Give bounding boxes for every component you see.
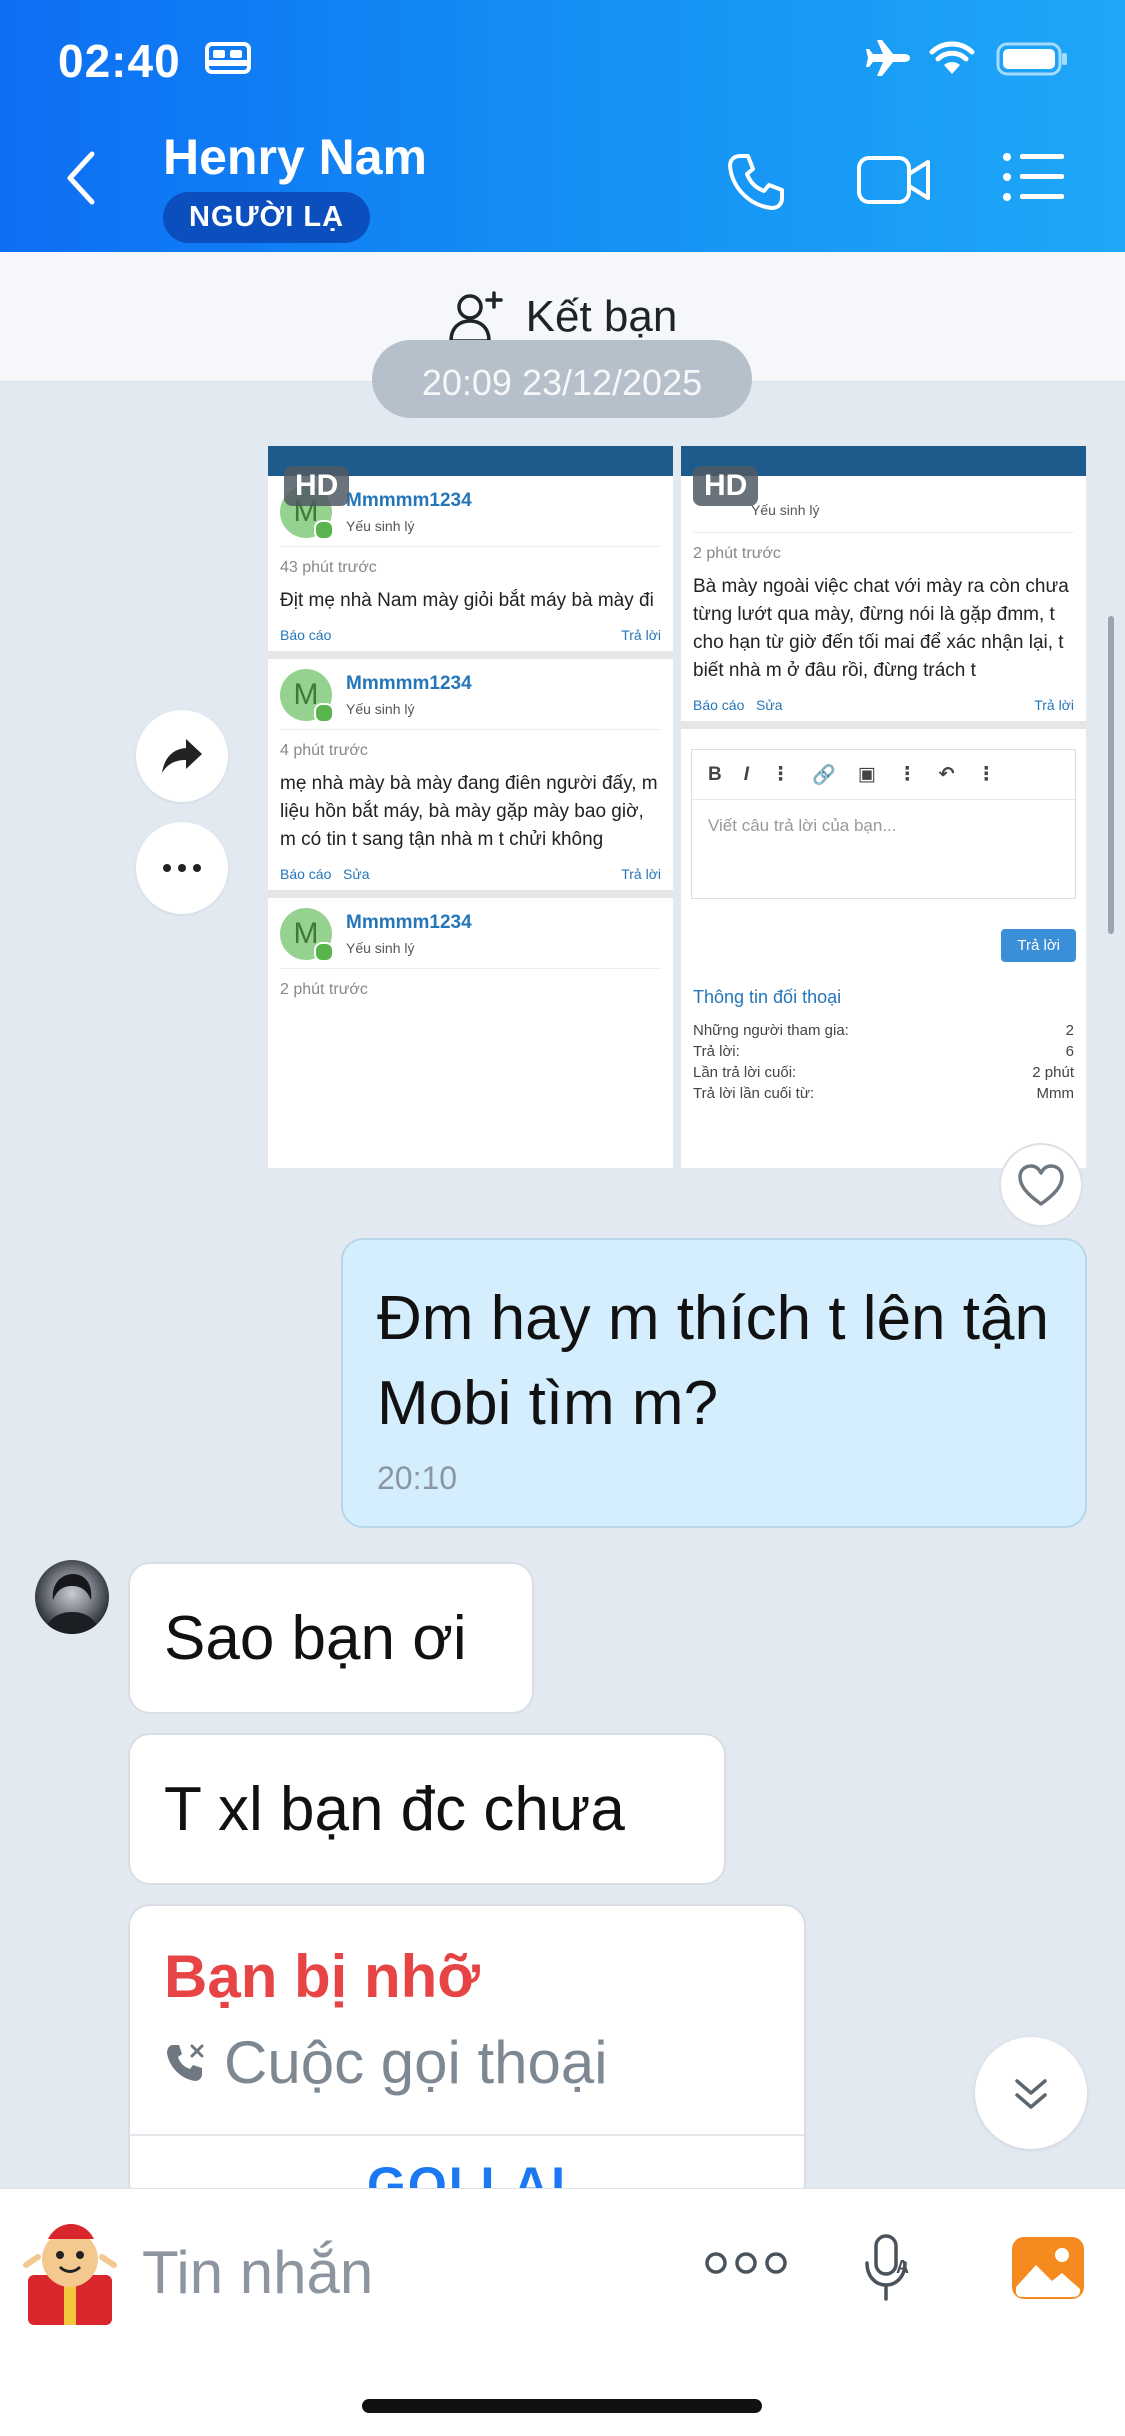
- message-time: 20:10: [377, 1460, 458, 1496]
- post-user-role: Yếu sinh lý: [346, 940, 415, 956]
- add-friend-icon: [448, 290, 503, 343]
- svg-text:A: A: [896, 2257, 909, 2277]
- info-title: Thông tin đối thoại: [693, 987, 842, 1007]
- scroll-to-bottom-button[interactable]: [975, 2037, 1087, 2149]
- post-time: 4 phút trước: [280, 742, 368, 759]
- date-separator: 20:09 23/12/2025: [372, 340, 752, 418]
- info-row: Những người tham gia: 2: [693, 1022, 1074, 1039]
- post-time: 2 phút trước: [693, 545, 781, 562]
- sender-avatar[interactable]: [35, 1560, 109, 1634]
- menu-list-icon[interactable]: [1002, 152, 1066, 202]
- ellipsis-icon: [163, 864, 201, 872]
- post-report: Báo cáo: [280, 627, 332, 643]
- scrollbar[interactable]: [1108, 616, 1114, 934]
- info-row: Lần trả lời cuối: 2 phút: [693, 1064, 1074, 1081]
- message-composer: A: [0, 2188, 1125, 2436]
- post-reply: Trả lời: [1034, 697, 1074, 713]
- forward-icon: [162, 739, 202, 773]
- user-avatar: M: [280, 669, 334, 723]
- divider: [130, 2134, 804, 2136]
- editor-placeholder: Viết câu trả lời của bạn...: [708, 816, 897, 835]
- missed-call-subtitle: Cuộc gọi thoại: [164, 2028, 608, 2097]
- post-time: 43 phút trước: [280, 559, 377, 576]
- post-text: mẹ nhà mày bà mày đang điên người đấy, m…: [280, 773, 658, 850]
- post-text: Địt mẹ nhà Nam mày giỏi bắt máy bà mày đ…: [280, 590, 654, 611]
- missed-call-icon: [167, 2044, 204, 2081]
- shared-image-1[interactable]: M Mmmmm1234 Yếu sinh lý 43 phút trước Địt…: [268, 446, 673, 1168]
- message-text: Đm hay m thích t lên tận Mobi tìm m?: [377, 1284, 1049, 1438]
- message-text: Sao bạn ơi: [164, 1603, 467, 1673]
- missed-call-subtitle-text: Cuộc gọi thoại: [224, 2029, 608, 2096]
- post-edit: Sửa: [343, 866, 370, 882]
- react-heart-button[interactable]: [999, 1143, 1083, 1227]
- post-username: Mmmmm1234: [346, 673, 472, 694]
- sticker-icon[interactable]: [18, 2217, 122, 2329]
- editor-reply-button: Trả lời: [1001, 929, 1076, 962]
- forum-post: M Mmmmm1234 Yếu sinh lý 4 phút trước mẹ n…: [268, 659, 673, 898]
- voice-to-text-mic-icon[interactable]: A: [862, 2233, 918, 2303]
- more-icon[interactable]: [704, 2249, 788, 2277]
- forum-post: Yếu sinh lý 2 phút trước Bà mày ngoài vi…: [681, 476, 1086, 729]
- add-friend-label: Kết bạn: [525, 291, 678, 341]
- airplane-icon: [866, 40, 910, 76]
- post-reply: Trả lời: [621, 627, 661, 643]
- post-text: Bà mày ngoài việc chat với mày ra còn ch…: [693, 576, 1069, 681]
- post-report: Báo cáo: [280, 866, 332, 882]
- post-edit: Sửa: [756, 697, 783, 713]
- info-row: Trả lời: 6: [693, 1043, 1074, 1060]
- heart-icon: [1018, 1164, 1064, 1206]
- forward-button[interactable]: [136, 710, 228, 802]
- chevron-double-down-icon: [1015, 2079, 1047, 2109]
- missed-call-card[interactable]: Bạn bị nhỡ Cuộc gọi thoại GỌI LẠI: [128, 1904, 806, 2204]
- message-input[interactable]: [142, 2229, 662, 2315]
- incoming-message[interactable]: T xl bạn đc chưa: [128, 1733, 726, 1885]
- sleep-mode-icon: [205, 42, 251, 74]
- post-user-role: Yếu sinh lý: [346, 701, 415, 717]
- post-reply: Trả lời: [621, 866, 661, 882]
- hd-badge: HD: [284, 466, 350, 506]
- incoming-message[interactable]: Sao bạn ơi: [128, 1562, 534, 1714]
- reply-editor: B I ⋮ 🔗 ▣ ⋮ ↶ ⋮ Viết câu trả lời của bạn...: [691, 749, 1076, 899]
- back-icon[interactable]: [62, 150, 102, 206]
- chat-header: 02:40 Henry Nam NGƯỜI LẠ: [0, 0, 1125, 252]
- editor-toolbar: B I ⋮ 🔗 ▣ ⋮ ↶ ⋮: [692, 750, 1075, 800]
- status-time: 02:40: [58, 35, 181, 87]
- contact-name[interactable]: Henry Nam: [163, 128, 427, 186]
- voice-call-icon[interactable]: [726, 152, 786, 212]
- missed-call-title: Bạn bị nhỡ: [164, 1943, 480, 2010]
- post-time: 2 phút trước: [280, 981, 368, 998]
- post-username: Mmmmm1234: [346, 490, 472, 511]
- home-indicator: [362, 2399, 762, 2413]
- forum-post: M Mmmmm1234 Yếu sinh lý 2 phút trước: [268, 898, 673, 1017]
- stranger-badge: NGƯỜI LẠ: [163, 192, 371, 243]
- outgoing-message[interactable]: Đm hay m thích t lên tận Mobi tìm m? 20:…: [341, 1238, 1087, 1528]
- hd-badge: HD: [693, 466, 759, 506]
- user-avatar: M: [280, 908, 334, 962]
- video-call-icon[interactable]: [856, 152, 932, 208]
- photo-gallery-icon[interactable]: [1010, 2235, 1086, 2301]
- post-report: Báo cáo: [693, 697, 745, 713]
- message-text: T xl bạn đc chưa: [164, 1774, 625, 1844]
- wifi-icon: [929, 41, 975, 74]
- post-user-role: Yếu sinh lý: [346, 518, 415, 534]
- info-row: Trả lời lần cuối từ: Mmm: [693, 1085, 1074, 1102]
- reply-editor-area: B I ⋮ 🔗 ▣ ⋮ ↶ ⋮ Viết câu trả lời của bạn... Trả…: [681, 749, 1086, 969]
- battery-icon: [996, 42, 1067, 76]
- post-username: Mmmmm1234: [346, 912, 472, 933]
- avatar-portrait: [45, 1574, 99, 1634]
- shared-image-2[interactable]: Yếu sinh lý 2 phút trước Bà mày ngoài vi…: [681, 446, 1086, 1168]
- more-options-button[interactable]: [136, 822, 228, 914]
